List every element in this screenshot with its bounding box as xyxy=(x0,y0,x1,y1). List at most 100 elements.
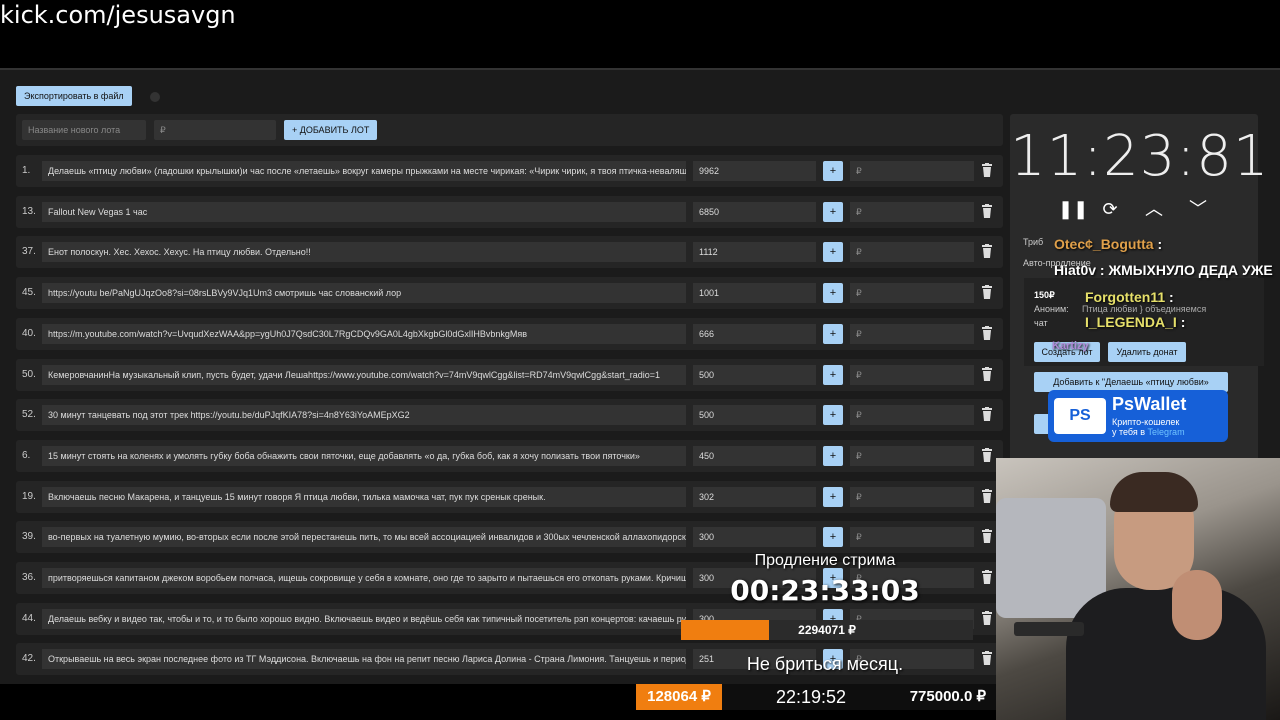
lot-number: 52. xyxy=(22,409,36,420)
add-amount-button[interactable]: + xyxy=(823,446,843,466)
lot-title-input[interactable]: во-первых на туалетную мумию, во-вторых … xyxy=(42,527,686,547)
chat-text-2: ЖМЫХНУЛО ДЕДА УЖЕ xyxy=(1108,262,1273,278)
lot-title-input[interactable]: Fallout New Vegas 1 час xyxy=(42,202,686,222)
add-amount-input[interactable]: ₽ xyxy=(850,283,974,303)
lot-number: 39. xyxy=(22,531,36,542)
add-amount-button[interactable]: + xyxy=(823,202,843,222)
add-amount-input[interactable]: ₽ xyxy=(850,161,974,181)
add-amount-button[interactable]: + xyxy=(823,324,843,344)
add-amount-button[interactable]: + xyxy=(823,365,843,385)
lot-amount-field[interactable]: 302 xyxy=(693,487,816,507)
add-amount-button[interactable]: + xyxy=(823,242,843,262)
trash-icon[interactable] xyxy=(982,529,992,543)
add-amount-input[interactable]: ₽ xyxy=(850,527,974,547)
goal-progress-text: 2294071 ₽ xyxy=(798,623,856,637)
refresh-icon[interactable]: ⟳ xyxy=(1100,198,1120,220)
trash-icon[interactable] xyxy=(982,244,992,258)
lot-amount-field[interactable]: 300 xyxy=(693,527,816,547)
delete-donation-button[interactable]: Удалить донат xyxy=(1108,342,1186,362)
lot-amount-field[interactable]: 9962 xyxy=(693,161,816,181)
lot-row: 40. https://m.youtube.com/watch?v=UvqudXe… xyxy=(16,318,1003,350)
trash-icon[interactable] xyxy=(982,163,992,177)
extension-time: 00:23:33:03 xyxy=(730,574,920,607)
lot-row: 13. Fallout New Vegas 1 час 6850 + ₽ xyxy=(16,196,1003,228)
trash-icon[interactable] xyxy=(982,204,992,218)
goal-text: Не бриться месяц. xyxy=(746,654,904,674)
lot-amount-field[interactable]: 666 xyxy=(693,324,816,344)
lot-amount-field[interactable]: 1001 xyxy=(693,283,816,303)
add-amount-button[interactable]: + xyxy=(823,527,843,547)
new-lot-amount-input[interactable]: ₽ xyxy=(154,120,276,140)
lot-amount-field[interactable]: 6850 xyxy=(693,202,816,222)
lot-number: 1. xyxy=(22,165,31,176)
add-amount-button[interactable]: + xyxy=(823,283,843,303)
new-lot-name-input[interactable]: Название нового лота xyxy=(22,120,146,140)
lot-title-input[interactable]: 15 минут стоять на коленях и умолять губ… xyxy=(42,446,686,466)
add-amount-input[interactable]: ₽ xyxy=(850,487,974,507)
add-amount-input[interactable]: ₽ xyxy=(850,202,974,222)
lot-title-input[interactable]: КемеровчанинНа музыкальный клип, пусть б… xyxy=(42,365,686,385)
add-amount-button[interactable]: + xyxy=(823,161,843,181)
add-amount-button[interactable]: + xyxy=(823,487,843,507)
lot-number: 37. xyxy=(22,246,36,257)
trash-icon[interactable] xyxy=(982,611,992,625)
lot-amount-field[interactable]: 500 xyxy=(693,365,816,385)
extension-title: Продление стрима xyxy=(754,552,896,569)
lot-amount-field[interactable]: 1112 xyxy=(693,242,816,262)
lot-number: 50. xyxy=(22,369,36,380)
lot-number: 40. xyxy=(22,328,36,339)
chat-user-4: I_LEGENDA_I xyxy=(1085,314,1177,330)
donation-anon: Аноним: xyxy=(1034,304,1069,314)
trash-icon[interactable] xyxy=(982,367,992,381)
lot-amount-field[interactable]: 450 xyxy=(693,446,816,466)
lot-row: 1. Делаешь «птицу любви» (ладошки крылышк… xyxy=(16,155,1003,187)
tribute-label: Триб xyxy=(1023,237,1044,247)
lot-title-input[interactable]: Включаешь песню Макарена, и танцуешь 15 … xyxy=(42,487,686,507)
chevron-down-icon[interactable]: ﹀ xyxy=(1188,198,1208,220)
lot-row: 19. Включаешь песню Макарена, и танцуешь … xyxy=(16,481,1003,513)
add-amount-input[interactable]: ₽ xyxy=(850,324,974,344)
stream-url: kick.com/jesusavgn xyxy=(0,1,236,29)
lot-title-input[interactable]: Делаешь «птицу любви» (ладошки крылышки)… xyxy=(42,161,686,181)
pswallet-subtitle: Крипто-кошелек у тебя в Telegram xyxy=(1112,417,1185,437)
trash-icon[interactable] xyxy=(982,407,992,421)
lot-title-input[interactable]: 30 минут танцевать под этот трек https:/… xyxy=(42,405,686,425)
trash-icon[interactable] xyxy=(982,285,992,299)
chat-sep-3: : xyxy=(1169,289,1174,305)
lot-title-input[interactable]: Делаешь вебку и видео так, чтобы и то, и… xyxy=(42,609,686,629)
trash-icon[interactable] xyxy=(982,651,992,665)
webcam-overlay xyxy=(996,458,1280,720)
trash-icon[interactable] xyxy=(982,326,992,340)
chevron-up-icon[interactable]: ︿ xyxy=(1144,198,1164,220)
add-amount-input[interactable]: ₽ xyxy=(850,446,974,466)
pswallet-ad[interactable]: PS PsWallet Крипто-кошелек у тебя в Tele… xyxy=(1048,390,1228,442)
lot-amount-field[interactable]: 500 xyxy=(693,405,816,425)
chat-sep-2: : xyxy=(1099,262,1105,278)
add-amount-input[interactable]: ₽ xyxy=(850,405,974,425)
pswallet-title: PsWallet xyxy=(1112,394,1187,414)
add-amount-input[interactable]: ₽ xyxy=(850,365,974,385)
streamer-hand xyxy=(1172,570,1222,640)
lot-title-input[interactable]: https://m.youtube.com/watch?v=UvqudXezWA… xyxy=(42,324,686,344)
lot-row: 50. КемеровчанинНа музыкальный клип, пуст… xyxy=(16,359,1003,391)
pause-icon[interactable]: ❚❚ xyxy=(1058,198,1088,220)
trash-icon[interactable] xyxy=(982,570,992,584)
lot-number: 6. xyxy=(22,450,31,461)
trash-icon[interactable] xyxy=(982,448,992,462)
lot-row: 39. во-первых на туалетную мумию, во-втор… xyxy=(16,521,1003,553)
export-button[interactable]: Экспортировать в файл xyxy=(16,86,132,106)
add-to-lot-button[interactable]: Добавить к "Делаешь «птицу любви» xyxy=(1034,372,1228,392)
bottom-right-amount: 775000.0 ₽ xyxy=(909,688,986,705)
trash-icon[interactable] xyxy=(982,489,992,503)
add-amount-input[interactable]: ₽ xyxy=(850,242,974,262)
add-lot-button[interactable]: + ДОБАВИТЬ ЛОТ xyxy=(284,120,378,140)
lot-title-input[interactable]: притворяешься капитаном джеком воробьем … xyxy=(42,568,686,588)
lot-row: 52. 30 минут танцевать под этот трек http… xyxy=(16,399,1003,431)
theme-toggle[interactable] xyxy=(150,92,160,102)
lot-title-input[interactable]: Енот полоскун. Хес. Хехос. Хехус. На пти… xyxy=(42,242,686,262)
lot-title-input[interactable]: https://youtu be/PaNgUJqzOo8?si=08rsLBVy… xyxy=(42,283,686,303)
add-amount-button[interactable]: + xyxy=(823,405,843,425)
lot-title-input[interactable]: Открываешь на весь экран последнее фото … xyxy=(42,649,686,669)
pswallet-telegram: Telegram xyxy=(1147,427,1185,437)
bottom-left-amount: 128064 ₽ xyxy=(636,684,722,710)
